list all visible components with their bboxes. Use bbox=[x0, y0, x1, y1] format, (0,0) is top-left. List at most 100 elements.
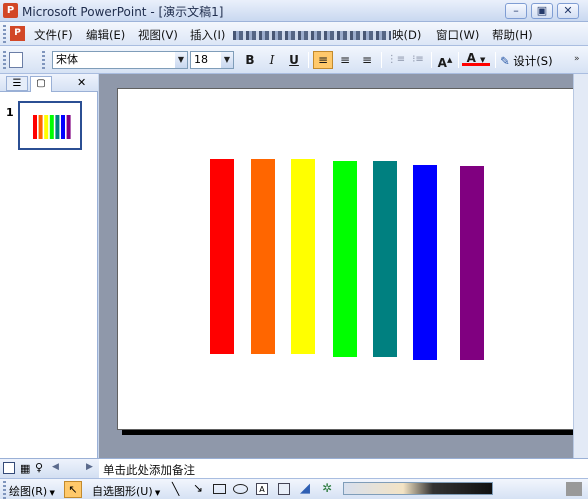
minimize-button[interactable]: – bbox=[505, 3, 527, 19]
toolbar-grip[interactable] bbox=[3, 481, 6, 499]
autoshapes-button[interactable]: 自选图形(U) ▼ bbox=[92, 483, 160, 499]
select-objects-icon[interactable]: ↖ bbox=[64, 481, 82, 498]
menu-insert[interactable]: 插入(I) bbox=[190, 27, 225, 43]
color-bar-5[interactable] bbox=[373, 161, 397, 357]
thumbnail-bar-1 bbox=[33, 115, 37, 139]
notes-pane[interactable]: 单击此处添加备注 bbox=[99, 458, 588, 478]
chevron-down-icon[interactable]: ▼ bbox=[480, 56, 485, 64]
slide-content bbox=[210, 159, 484, 360]
slide-show-view-icon[interactable]: ♀ bbox=[35, 461, 43, 474]
close-button[interactable]: ✕ bbox=[557, 3, 579, 19]
slide-thumbnail-preview bbox=[33, 115, 71, 139]
oval-tool-icon[interactable] bbox=[233, 484, 248, 494]
font-name-select[interactable]: 宋体 ▼ bbox=[52, 51, 188, 69]
toolbar-separator bbox=[458, 52, 459, 68]
slide-editing-area bbox=[99, 74, 588, 458]
diagram-icon[interactable]: ✲ bbox=[322, 481, 332, 495]
vertical-textbox-icon[interactable] bbox=[278, 483, 290, 495]
thumbnail-bar-5 bbox=[55, 115, 60, 139]
align-center-button[interactable]: ≡ bbox=[335, 51, 355, 69]
slide-sorter-view-icon[interactable]: ▦ bbox=[20, 462, 30, 475]
arrow-tool-icon[interactable]: ↘ bbox=[193, 481, 203, 495]
thumbnail-bar-2 bbox=[38, 115, 43, 139]
draw-menu-button[interactable]: 绘图(R) ▼ bbox=[9, 483, 55, 499]
underline-button[interactable]: U bbox=[284, 51, 304, 69]
chevron-down-icon[interactable]: ▼ bbox=[175, 52, 187, 68]
slide-thumbnail[interactable] bbox=[18, 101, 82, 150]
tab-slides[interactable]: ▢ bbox=[30, 76, 52, 92]
font-color-button[interactable]: A ▼ bbox=[462, 51, 490, 66]
design-button[interactable]: ✎ 设计(S) bbox=[500, 53, 553, 69]
align-right-button[interactable]: ≡ bbox=[357, 51, 377, 69]
numbering-button[interactable]: ⋮≡ bbox=[386, 51, 406, 69]
font-name-value: 宋体 bbox=[56, 53, 78, 66]
color-bar-2[interactable] bbox=[251, 159, 275, 354]
menu-view[interactable]: 视图(V) bbox=[138, 27, 178, 43]
grow-font-button[interactable]: A▲ bbox=[435, 51, 455, 70]
bullets-button[interactable]: ⁝≡ bbox=[408, 51, 428, 69]
close-pane-icon[interactable]: ✕ bbox=[77, 76, 86, 89]
powerpoint-app-icon[interactable]: P bbox=[3, 3, 18, 18]
document-icon[interactable]: P bbox=[10, 26, 25, 41]
line-tool-icon[interactable]: ╲ bbox=[172, 482, 179, 496]
design-label: 设计(S) bbox=[513, 54, 553, 68]
draw-menu-label: 绘图(R) bbox=[9, 485, 48, 498]
thumbnail-bar-7 bbox=[66, 115, 71, 139]
color-bar-6[interactable] bbox=[413, 165, 437, 360]
toolbar-separator bbox=[308, 52, 309, 68]
textbox-tool-icon[interactable]: A bbox=[256, 483, 268, 495]
font-size-value: 18 bbox=[194, 53, 208, 66]
toolbar-options-icon[interactable]: » bbox=[574, 54, 580, 64]
slides-pane-tabs: ☰ ▢ ✕ bbox=[0, 74, 98, 92]
wordart-icon[interactable]: ◢ bbox=[300, 481, 310, 496]
italic-button[interactable]: I bbox=[262, 51, 282, 69]
color-bar-1[interactable] bbox=[210, 159, 234, 354]
scroll-right-icon[interactable]: ▶ bbox=[86, 462, 93, 472]
title-bar: P Microsoft PowerPoint - [演示文稿1] – ▣ ✕ bbox=[0, 0, 588, 22]
design-icon: ✎ bbox=[500, 54, 510, 68]
slide-canvas[interactable] bbox=[117, 88, 579, 430]
drawing-toolbar: 绘图(R) ▼ ↖ 自选图形(U) ▼ ╲ ↘ A ◢ ✲ bbox=[0, 478, 588, 499]
menu-bar: P 文件(F) 编辑(E) 视图(V) 插入(I) 映(D) 窗口(W) 帮助(… bbox=[0, 22, 588, 46]
toolbar-grip[interactable] bbox=[3, 25, 6, 43]
vertical-scrollbar[interactable] bbox=[573, 74, 588, 458]
menu-edit[interactable]: 编辑(E) bbox=[86, 27, 125, 43]
thumbnail-bar-3 bbox=[44, 115, 49, 139]
toolbar-separator bbox=[381, 52, 382, 68]
color-bar-3[interactable] bbox=[291, 159, 315, 354]
tab-outline[interactable]: ☰ bbox=[6, 76, 28, 91]
restore-button[interactable]: ▣ bbox=[531, 3, 553, 19]
window-title: Microsoft PowerPoint - [演示文稿1] bbox=[22, 5, 224, 19]
bold-button[interactable]: B bbox=[240, 51, 260, 69]
thumbnail-bar-4 bbox=[49, 115, 54, 139]
chevron-down-icon: ▼ bbox=[47, 489, 55, 497]
scroll-left-icon[interactable]: ◀ bbox=[52, 462, 59, 472]
toolbar-separator bbox=[431, 52, 432, 68]
font-size-select[interactable]: 18 ▼ bbox=[190, 51, 234, 69]
chevron-down-icon[interactable]: ▼ bbox=[221, 52, 233, 68]
toolbar-grip[interactable] bbox=[3, 51, 6, 69]
formatting-toolbar: 宋体 ▼ 18 ▼ B I U ≡ ≡ ≡ ⋮≡ ⁝≡ A▲ A ▼ ✎ 设计(… bbox=[0, 46, 588, 74]
grow-font-label: A bbox=[437, 56, 447, 70]
new-document-icon[interactable] bbox=[9, 52, 23, 68]
menu-help[interactable]: 帮助(H) bbox=[492, 27, 533, 43]
redacted-menu-items bbox=[233, 31, 391, 40]
thumbnail-bar-6 bbox=[61, 115, 65, 139]
menu-slideshow[interactable]: 映(D) bbox=[392, 27, 421, 43]
rectangle-tool-icon[interactable] bbox=[213, 484, 226, 494]
slide-number: 1 bbox=[6, 106, 14, 119]
toolbar-grip[interactable] bbox=[42, 51, 45, 69]
menu-file[interactable]: 文件(F) bbox=[34, 27, 73, 43]
view-buttons-bar: ▦ ♀ ◀ ▶ bbox=[0, 458, 99, 478]
fill-color-strip[interactable] bbox=[343, 482, 493, 495]
menu-window[interactable]: 窗口(W) bbox=[436, 27, 479, 43]
more-tools-icon[interactable] bbox=[566, 482, 582, 496]
align-left-button[interactable]: ≡ bbox=[313, 51, 333, 69]
slides-pane: ☰ ▢ ✕ 1 bbox=[0, 74, 98, 458]
color-bar-7[interactable] bbox=[460, 166, 484, 360]
chevron-down-icon: ▼ bbox=[152, 489, 161, 497]
normal-view-icon[interactable] bbox=[3, 462, 15, 474]
autoshapes-label: 自选图形(U) bbox=[92, 485, 153, 498]
color-bar-4[interactable] bbox=[333, 161, 357, 357]
toolbar-separator bbox=[495, 52, 496, 68]
